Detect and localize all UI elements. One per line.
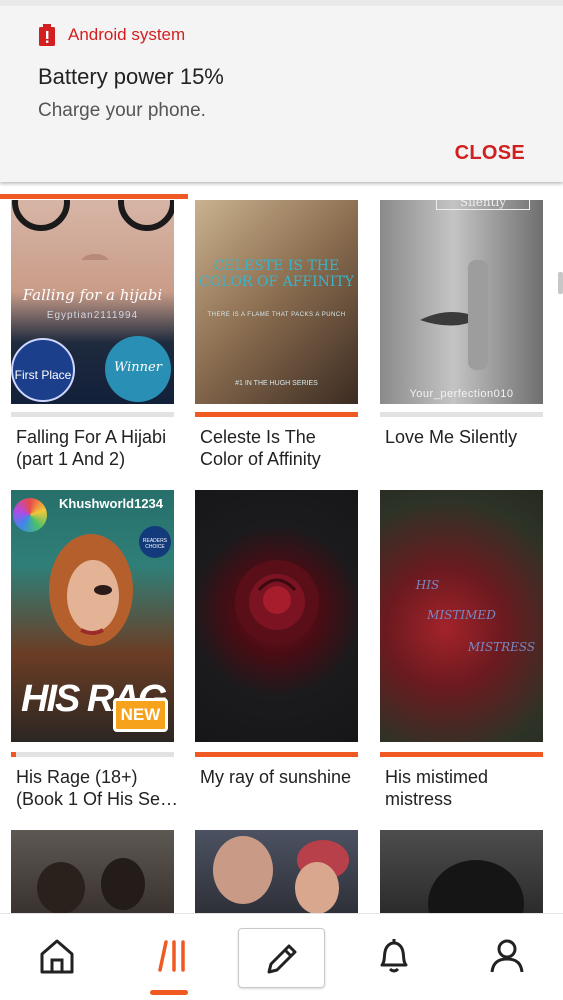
story-card[interactable] bbox=[380, 830, 543, 914]
story-card[interactable]: My ray of sunshine bbox=[195, 490, 358, 820]
cover-author: Egyptian2111994 bbox=[46, 310, 139, 321]
people-art-icon bbox=[37, 858, 145, 914]
story-card[interactable]: Silently Your_perfection010 Love Me Sile… bbox=[380, 200, 543, 480]
story-card[interactable]: Khushworld1234 READERS CHOICE HIS RAG NE… bbox=[11, 490, 178, 820]
story-title[interactable]: His mistimed mistress bbox=[385, 766, 547, 810]
story-title[interactable]: My ray of sunshine bbox=[200, 766, 362, 788]
award-badge: READERS CHOICE bbox=[139, 526, 171, 558]
cover-author: Your_perfection010 bbox=[409, 388, 514, 400]
story-card[interactable] bbox=[195, 830, 358, 914]
story-title[interactable]: Celeste Is The Color of Affinity bbox=[200, 426, 362, 470]
reading-progress bbox=[380, 752, 543, 757]
story-cover[interactable]: Falling for a hijabi Egyptian2111994 Fir… bbox=[11, 200, 174, 404]
tab-indicator bbox=[0, 194, 188, 199]
award-badge-label: First Place bbox=[14, 368, 72, 382]
story-card[interactable]: Falling for a hijabi Egyptian2111994 Fir… bbox=[11, 200, 174, 480]
profile-icon[interactable] bbox=[487, 936, 527, 976]
cover-title: Silently bbox=[436, 200, 530, 210]
reading-progress bbox=[380, 412, 543, 417]
story-cover[interactable]: Silently Your_perfection010 bbox=[380, 200, 543, 404]
notification-body: Charge your phone. bbox=[38, 100, 206, 121]
battery-alert-icon bbox=[39, 24, 55, 46]
bottom-navigation bbox=[0, 913, 563, 1000]
notification-app-name: Android system bbox=[68, 25, 186, 44]
write-button[interactable] bbox=[238, 928, 325, 988]
cover-title: Falling for a hijabi bbox=[22, 286, 163, 304]
notification-title: Battery power 15% bbox=[38, 64, 224, 89]
home-icon[interactable] bbox=[37, 936, 77, 976]
new-badge: NEW bbox=[113, 698, 168, 732]
cover-title-line: HIS bbox=[415, 578, 440, 592]
cover-title-line: MISTIMED bbox=[427, 608, 496, 622]
glasses-art-icon bbox=[12, 200, 174, 260]
notification-header: Android system bbox=[38, 24, 185, 46]
head-art-icon bbox=[428, 860, 524, 914]
portrait-art-icon bbox=[49, 534, 133, 646]
story-card[interactable]: HIS MISTIMED MISTRESS His mistimed mistre… bbox=[380, 490, 543, 820]
story-card[interactable]: CELESTE IS THE COLOR OF AFFINITY THERE I… bbox=[195, 200, 358, 480]
cover-author: Khushworld1234 bbox=[58, 496, 164, 511]
story-cover[interactable]: Khushworld1234 READERS CHOICE HIS RAG NE… bbox=[11, 490, 174, 742]
scrollbar-thumb[interactable] bbox=[558, 272, 563, 294]
award-badge-label: READERS CHOICE bbox=[142, 538, 168, 550]
rose-art-icon bbox=[235, 560, 319, 644]
notification-close-button[interactable]: CLOSE bbox=[455, 142, 525, 165]
active-tab-underline bbox=[150, 990, 188, 995]
cover-title: CELESTE IS THE COLOR OF AFFINITY bbox=[198, 258, 355, 290]
award-badge-label: Winner bbox=[114, 360, 162, 375]
reading-progress bbox=[11, 412, 174, 417]
reading-progress bbox=[11, 752, 174, 757]
story-cover[interactable] bbox=[11, 830, 174, 914]
bell-icon[interactable] bbox=[374, 936, 414, 976]
face-art-icon bbox=[420, 260, 488, 370]
library-icon[interactable] bbox=[150, 936, 190, 976]
story-title[interactable]: Love Me Silently bbox=[385, 426, 547, 448]
reading-progress bbox=[195, 752, 358, 757]
story-title[interactable]: His Rage (18+) (Book 1 Of His Se… bbox=[16, 766, 178, 810]
award-badge: Winner bbox=[105, 336, 171, 402]
story-cover[interactable] bbox=[195, 830, 358, 914]
battery-notification[interactable]: Android system Battery power 15% Charge … bbox=[0, 0, 563, 182]
couple-art-icon bbox=[213, 836, 349, 914]
award-badge bbox=[13, 498, 47, 532]
cover-subtitle: THERE IS A FLAME THAT PACKS A PUNCH bbox=[207, 312, 346, 318]
award-badge: First Place bbox=[11, 338, 75, 402]
cover-series: #1 IN THE HUGH SERIES bbox=[235, 380, 318, 387]
screen: Android system Battery power 15% Charge … bbox=[0, 0, 563, 1000]
story-title[interactable]: Falling For A Hijabi (part 1 And 2) bbox=[16, 426, 178, 470]
cover-title-line: MISTRESS bbox=[467, 640, 536, 654]
story-cover[interactable]: HIS MISTIMED MISTRESS bbox=[380, 490, 543, 742]
story-card[interactable] bbox=[11, 830, 174, 914]
reading-progress bbox=[195, 412, 358, 417]
pencil-icon bbox=[267, 944, 297, 974]
story-cover[interactable]: CELESTE IS THE COLOR OF AFFINITY THERE I… bbox=[195, 200, 358, 404]
story-cover[interactable] bbox=[380, 830, 543, 914]
story-cover[interactable] bbox=[195, 490, 358, 742]
